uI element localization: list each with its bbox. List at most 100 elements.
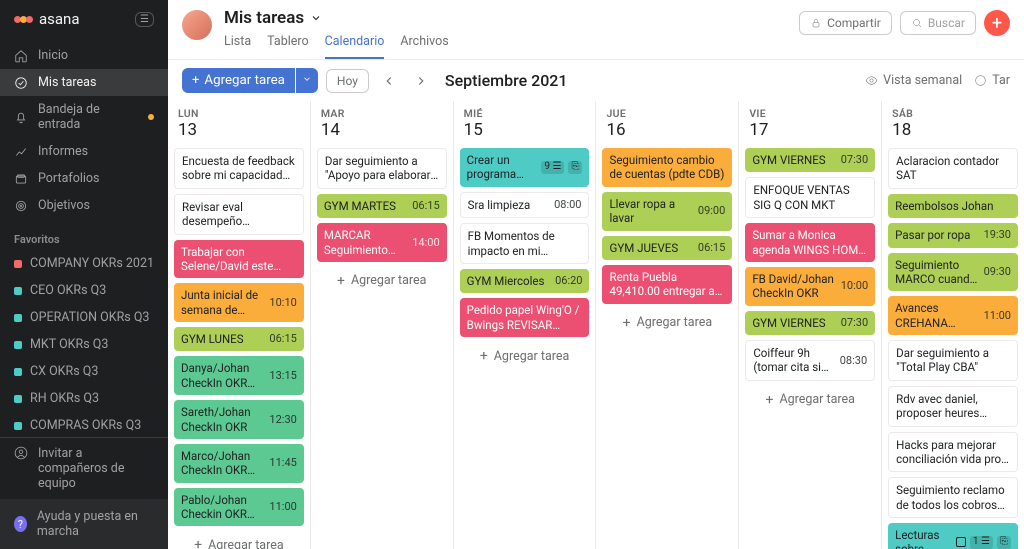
task-card[interactable]: Aclaracion contador SAT (888, 148, 1018, 189)
invite-icon (14, 446, 28, 460)
tab-calendario[interactable]: Calendario (325, 30, 385, 59)
help-link[interactable]: ? Ayuda y puesta en marcha (0, 499, 168, 549)
task-card[interactable]: Sumar a Monica agenda WINGS HOME (migrac… (745, 223, 875, 262)
folder-icon (14, 172, 28, 186)
task-card[interactable]: GYM LUNES06:15 (174, 327, 304, 351)
task-card[interactable]: FB Momentos de impacto en mi relación de… (460, 223, 590, 264)
page-title[interactable]: Mis tareas (224, 8, 787, 28)
sidebar-item-folder[interactable]: Portafolios (0, 165, 168, 192)
task-card[interactable]: FB David/Johan CheckIn OKR10:00 (745, 267, 875, 306)
add-task-dropdown[interactable] (296, 68, 318, 93)
task-card[interactable]: Hacks para mejorar conciliación vida pro… (888, 432, 1018, 473)
add-task-inline[interactable]: +Agregar tarea (317, 267, 447, 295)
sidebar-item-target[interactable]: Objetivos (0, 192, 168, 219)
today-button[interactable]: Hoy (326, 69, 369, 93)
task-card[interactable]: Trabajar con Selene/David este tema del … (174, 240, 304, 279)
favorites-heading: Favoritos (0, 223, 168, 250)
task-card[interactable]: Junta inicial de semana de líderes10:10 (174, 283, 304, 322)
tabs: Lista Tablero Calendario Archivos (224, 30, 787, 59)
calendar-grid: LUN13Encuesta de feedback sobre mi capac… (168, 101, 1024, 549)
avatar[interactable] (182, 10, 212, 40)
calendar-toolbar: +Agregar tarea Hoy Septiembre 2021 Vista… (168, 60, 1024, 101)
share-button[interactable]: Compartir (799, 11, 892, 35)
task-card[interactable]: Sareth/Johan CheckIn OKR12:30 (174, 400, 304, 439)
bell-icon (14, 110, 28, 124)
task-card[interactable]: Coiffeur 9h (tomar cita si no esta hecho… (745, 340, 875, 381)
task-card[interactable]: GYM Miercoles06:20 (460, 269, 590, 293)
view-toggle[interactable]: Vista semanal (865, 73, 962, 88)
task-card[interactable]: ENFOQUE VENTAS SIG Q CON MKT (745, 177, 875, 218)
invite-teammates[interactable]: Invitar a compañeros de equipo (0, 438, 168, 499)
search-icon (911, 17, 923, 29)
sidebar-collapse-button[interactable]: ☰ (135, 12, 154, 27)
sidebar-item-home[interactable]: Inicio (0, 42, 168, 69)
task-card[interactable]: Pedido papel Wing'O / Bwings REVISAR STO… (460, 298, 590, 337)
task-card[interactable]: Dar seguimiento a "Total Play CBA" (888, 340, 1018, 381)
tab-archivos[interactable]: Archivos (400, 30, 448, 59)
task-card[interactable]: Encuesta de feedback sobre mi capacidad … (174, 148, 304, 189)
task-card[interactable]: Pasar por ropa19:30 (888, 223, 1018, 247)
chart-icon (14, 145, 28, 159)
main-content: Mis tareas Lista Tablero Calendario Archivo… (168, 0, 1024, 549)
add-task-inline[interactable]: +Agregar tarea (602, 309, 732, 337)
checkbox-icon (956, 537, 966, 547)
task-card[interactable]: Pablo/Johan Checkin OKR 30min11:00 (174, 488, 304, 527)
task-card[interactable]: Sra limpieza08:00 (460, 192, 590, 218)
lock-icon (810, 17, 822, 29)
task-card[interactable]: Danya/Johan CheckIn OKR 30min13:15 (174, 356, 304, 395)
target-icon (14, 199, 28, 213)
eye-icon (865, 74, 878, 87)
task-card[interactable]: MARCAR Seguimiento BOMBEROS PBA (tema…14… (317, 223, 447, 262)
calendar-column: JUE16Seguimiento cambio de cuentas (pdte… (595, 101, 738, 549)
sidebar-item-bell[interactable]: Bandeja de entrada (0, 96, 168, 138)
add-task-button[interactable]: +Agregar tarea (182, 68, 295, 93)
create-button[interactable]: + (984, 10, 1010, 36)
sidebar-item-chart[interactable]: Informes (0, 138, 168, 165)
page-header: Mis tareas Lista Tablero Calendario Archivo… (168, 0, 1024, 60)
task-card[interactable]: Avances CREHANA equipo (actualizar y…11:… (888, 296, 1018, 335)
add-task-inline[interactable]: +Agregar tarea (745, 386, 875, 414)
task-card[interactable]: Reembolsos Johan (888, 194, 1018, 218)
calendar-column: SÁB18Aclaracion contador SATReembolsos J… (881, 101, 1024, 549)
task-card[interactable]: Seguimiento MARCO cuando entregan…09:30 (888, 253, 1018, 292)
help-icon: ? (14, 516, 27, 532)
tab-tablero[interactable]: Tablero (267, 30, 309, 59)
calendar-column: LUN13Encuesta de feedback sobre mi capac… (168, 101, 310, 549)
favorite-item[interactable]: CEO OKRs Q3 (0, 277, 168, 304)
task-card[interactable]: Seguimiento reclamo de todos los cobros … (888, 477, 1018, 518)
tab-lista[interactable]: Lista (224, 30, 251, 59)
task-card[interactable]: Lecturas sobre líder-coach1 ☰⎘ (888, 523, 1018, 549)
task-card[interactable]: Rdv avec daniel, proposer heures samedi … (888, 386, 1018, 427)
favorite-item[interactable]: COMPRAS OKRs Q3 (0, 412, 168, 437)
task-card[interactable]: Marco/Johan CheckIn OKR 30min11:45 (174, 444, 304, 483)
task-card[interactable]: Renta Puebla 49,410.00 entregar a Mónica (602, 265, 732, 304)
size-toggle[interactable]: Tar (974, 73, 1010, 88)
prev-button[interactable] (377, 69, 401, 93)
favorite-item[interactable]: OPERATION OKRs Q3 (0, 304, 168, 331)
add-task-inline[interactable]: +Agregar tarea (174, 531, 304, 549)
add-task-inline[interactable]: +Agregar tarea (460, 342, 590, 370)
brand-logo[interactable]: asana (14, 10, 80, 28)
task-card[interactable]: Llevar ropa a lavar09:00 (602, 192, 732, 231)
search-input[interactable]: Buscar (900, 11, 976, 35)
next-button[interactable] (409, 69, 433, 93)
task-card[interactable]: Dar seguimiento a "Apoyo para elaborar d… (317, 148, 447, 189)
task-card[interactable]: Seguimiento cambio de cuentas (pdte CDB) (602, 148, 732, 187)
task-card[interactable]: Revisar eval desempeño GERENTES para ver… (174, 194, 304, 235)
link-icon: ⎘ (997, 536, 1011, 549)
task-card[interactable]: GYM JUEVES06:15 (602, 236, 732, 260)
sidebar-item-check[interactable]: Mis tareas (0, 69, 168, 96)
task-card[interactable]: Crear un programa completo de gestión de… (460, 148, 590, 187)
favorite-item[interactable]: MKT OKRs Q3 (0, 331, 168, 358)
favorite-item[interactable]: COMPANY OKRs 2021 (0, 250, 168, 277)
task-card[interactable]: GYM MARTES06:15 (317, 194, 447, 218)
calendar-column: VIE17GYM VIERNES07:30ENFOQUE VENTAS SIG … (738, 101, 881, 549)
home-icon (14, 49, 28, 63)
favorite-item[interactable]: CX OKRs Q3 (0, 358, 168, 385)
subtask-badge: 1 ☰ (970, 536, 993, 549)
favorite-item[interactable]: RH OKRs Q3 (0, 385, 168, 412)
task-card[interactable]: GYM VIERNES07:30 (745, 311, 875, 335)
calendar-column: MIÉ15Crear un programa completo de gesti… (453, 101, 596, 549)
task-card[interactable]: GYM VIERNES07:30 (745, 148, 875, 172)
grid-icon (974, 74, 987, 87)
